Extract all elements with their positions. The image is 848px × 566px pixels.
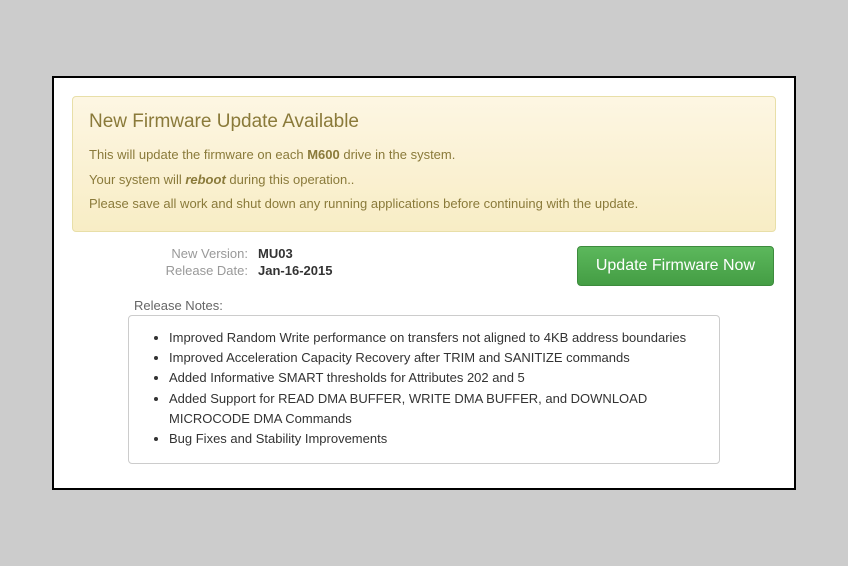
alert-heading: New Firmware Update Available	[89, 111, 759, 133]
release-notes-label: Release Notes:	[134, 298, 776, 313]
alert-line-1: This will update the firmware on each M6…	[89, 143, 759, 168]
firmware-update-panel: New Firmware Update Available This will …	[52, 76, 796, 490]
release-date-kv: Release Date: Jan-16-2015	[140, 263, 332, 278]
version-row: New Version: MU03 Release Date: Jan-16-2…	[72, 246, 776, 298]
alert-line-2-pre: Your system will	[89, 172, 185, 187]
update-firmware-button[interactable]: Update Firmware Now	[577, 246, 774, 286]
alert-line-1-bold: M600	[307, 147, 340, 162]
list-item: Improved Acceleration Capacity Recovery …	[169, 348, 703, 368]
list-item: Added Informative SMART thresholds for A…	[169, 368, 703, 388]
release-notes-list: Improved Random Write performance on tra…	[169, 328, 703, 449]
version-info: New Version: MU03 Release Date: Jan-16-2…	[140, 246, 332, 278]
alert-line-1-post: drive in the system.	[340, 147, 456, 162]
new-version-value: MU03	[258, 246, 293, 261]
alert-line-1-pre: This will update the firmware on each	[89, 147, 307, 162]
alert-line-2-bold: reboot	[185, 172, 225, 187]
alert-line-2: Your system will reboot during this oper…	[89, 168, 759, 193]
new-version-kv: New Version: MU03	[140, 246, 332, 261]
list-item: Improved Random Write performance on tra…	[169, 328, 703, 348]
release-date-value: Jan-16-2015	[258, 263, 332, 278]
new-version-label: New Version:	[140, 246, 258, 261]
list-item: Bug Fixes and Stability Improvements	[169, 429, 703, 449]
list-item: Added Support for READ DMA BUFFER, WRITE…	[169, 389, 703, 429]
release-date-label: Release Date:	[140, 263, 258, 278]
alert-line-2-post: during this operation..	[226, 172, 355, 187]
alert-box: New Firmware Update Available This will …	[72, 96, 776, 232]
alert-line-3: Please save all work and shut down any r…	[89, 192, 759, 217]
release-notes-box: Improved Random Write performance on tra…	[128, 315, 720, 464]
